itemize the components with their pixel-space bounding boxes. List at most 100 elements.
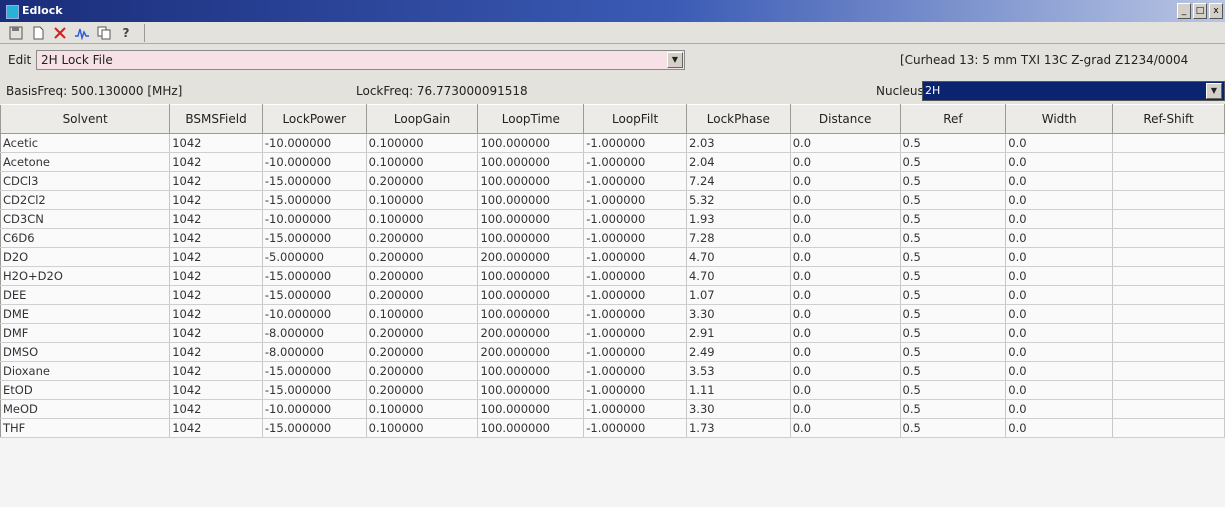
table-cell[interactable]: 0.5 <box>900 209 1007 229</box>
table-cell[interactable]: -5.000000 <box>262 247 367 267</box>
minimize-button[interactable]: _ <box>1177 3 1191 19</box>
new-file-icon[interactable] <box>30 25 46 41</box>
table-cell[interactable]: 7.28 <box>686 228 791 248</box>
column-header-loopfilt[interactable]: LoopFilt <box>583 104 687 134</box>
table-cell[interactable]: 1.11 <box>686 380 791 400</box>
table-cell[interactable]: -8.000000 <box>262 323 367 343</box>
table-cell[interactable]: 100.000000 <box>477 228 585 248</box>
table-cell[interactable]: -1.000000 <box>583 285 687 305</box>
table-cell[interactable]: 0.0 <box>790 247 901 267</box>
table-cell[interactable]: -1.000000 <box>583 171 687 191</box>
table-cell[interactable]: 1042 <box>169 361 263 381</box>
table-row[interactable]: DME 1042 -10.000000 0.100000 100.000000 -1.00… <box>0 304 1225 324</box>
table-cell[interactable]: 100.000000 <box>477 304 585 324</box>
table-cell[interactable]: 0.200000 <box>366 266 479 286</box>
table-cell[interactable]: -1.000000 <box>583 133 687 153</box>
table-cell[interactable]: 0.5 <box>900 228 1007 248</box>
table-cell[interactable]: 100.000000 <box>477 380 585 400</box>
table-cell[interactable] <box>1112 228 1225 248</box>
table-cell[interactable]: D2O <box>0 247 171 267</box>
table-row[interactable]: Acetic 1042 -10.000000 0.100000 100.000000 -1… <box>0 133 1225 153</box>
table-cell[interactable]: 0.5 <box>900 399 1007 419</box>
table-cell[interactable]: -15.000000 <box>262 266 367 286</box>
table-cell[interactable]: 2.04 <box>686 152 791 172</box>
table-cell[interactable]: 3.30 <box>686 399 791 419</box>
table-cell[interactable]: 0.0 <box>790 418 901 438</box>
table-cell[interactable]: 0.5 <box>900 285 1007 305</box>
table-cell[interactable]: DEE <box>0 285 171 305</box>
table-cell[interactable]: 0.0 <box>790 323 901 343</box>
column-header-looptime[interactable]: LoopTime <box>477 104 585 134</box>
table-cell[interactable]: EtOD <box>0 380 171 400</box>
chevron-down-icon[interactable]: ▼ <box>1206 83 1222 99</box>
table-cell[interactable]: 0.0 <box>790 399 901 419</box>
table-cell[interactable]: 0.5 <box>900 418 1007 438</box>
table-row[interactable]: MeOD 1042 -10.000000 0.100000 100.000000 -1.0… <box>0 399 1225 419</box>
table-cell[interactable]: C6D6 <box>0 228 171 248</box>
table-cell[interactable]: 0.5 <box>900 380 1007 400</box>
column-header-solvent[interactable]: Solvent <box>0 104 171 134</box>
table-cell[interactable]: 0.100000 <box>366 152 479 172</box>
table-row[interactable]: Dioxane 1042 -15.000000 0.200000 100.000000-… <box>0 361 1225 381</box>
table-cell[interactable]: 0.100000 <box>366 133 479 153</box>
table-cell[interactable]: 0.0 <box>790 266 901 286</box>
table-cell[interactable]: -1.000000 <box>583 323 687 343</box>
table-row[interactable]: DEE 1042 -15.000000 0.200000 100.000000 -1.00… <box>0 285 1225 305</box>
table-cell[interactable] <box>1112 133 1225 153</box>
table-cell[interactable]: 0.5 <box>900 304 1007 324</box>
help-icon[interactable]: ? <box>118 25 134 41</box>
title-bar[interactable]: Edlock _ □ x <box>0 0 1225 22</box>
nucleus-dropdown[interactable]: 2H ▼ <box>922 81 1225 101</box>
table-cell[interactable] <box>1112 171 1225 191</box>
column-header-loopgain[interactable]: LoopGain <box>365 104 479 134</box>
table-cell[interactable] <box>1112 247 1225 267</box>
table-cell[interactable]: 7.24 <box>686 171 791 191</box>
table-cell[interactable]: 0.0 <box>790 361 901 381</box>
table-cell[interactable]: 0.0 <box>790 133 901 153</box>
table-cell[interactable]: 0.200000 <box>366 342 479 362</box>
table-cell[interactable]: 100.000000 <box>477 418 585 438</box>
table-cell[interactable]: 1042 <box>169 380 263 400</box>
table-cell[interactable]: 0.0 <box>1005 418 1114 438</box>
table-cell[interactable]: DMF <box>0 323 171 343</box>
table-cell[interactable]: H2O+D2O <box>0 266 171 286</box>
table-cell[interactable]: 0.0 <box>1005 323 1114 343</box>
table-cell[interactable]: -1.000000 <box>583 228 687 248</box>
table-cell[interactable] <box>1112 266 1225 286</box>
table-cell[interactable]: -1.000000 <box>583 304 687 324</box>
table-cell[interactable]: 0.200000 <box>366 361 479 381</box>
table-row[interactable]: C6D6 1042 -15.000000 0.200000 100.000000 -1.0… <box>0 228 1225 248</box>
table-cell[interactable]: -1.000000 <box>583 209 687 229</box>
table-cell[interactable]: 0.0 <box>1005 304 1114 324</box>
copy-icon[interactable] <box>96 25 112 41</box>
table-cell[interactable]: -15.000000 <box>262 171 367 191</box>
table-cell[interactable]: 0.5 <box>900 361 1007 381</box>
table-cell[interactable]: -10.000000 <box>262 399 367 419</box>
table-cell[interactable]: 0.0 <box>1005 190 1114 210</box>
table-cell[interactable]: 200.000000 <box>477 342 585 362</box>
table-cell[interactable]: 1042 <box>169 247 263 267</box>
table-cell[interactable]: 0.0 <box>1005 247 1114 267</box>
table-cell[interactable]: 0.0 <box>1005 152 1114 172</box>
table-cell[interactable] <box>1112 361 1225 381</box>
table-cell[interactable] <box>1112 152 1225 172</box>
table-cell[interactable]: 1042 <box>169 399 263 419</box>
table-cell[interactable]: MeOD <box>0 399 171 419</box>
table-cell[interactable]: 100.000000 <box>477 171 585 191</box>
table-cell[interactable]: 1042 <box>169 342 263 362</box>
table-cell[interactable]: -1.000000 <box>583 342 687 362</box>
column-header-distance[interactable]: Distance <box>789 104 901 134</box>
table-cell[interactable]: -8.000000 <box>262 342 367 362</box>
table-cell[interactable]: 0.0 <box>790 152 901 172</box>
table-cell[interactable]: 100.000000 <box>477 190 585 210</box>
table-cell[interactable]: THF <box>0 418 171 438</box>
table-cell[interactable]: CD2Cl2 <box>0 190 171 210</box>
table-cell[interactable]: 0.5 <box>900 171 1007 191</box>
table-cell[interactable]: DMSO <box>0 342 171 362</box>
table-cell[interactable]: -1.000000 <box>583 247 687 267</box>
table-cell[interactable]: 1042 <box>169 228 263 248</box>
table-cell[interactable]: CDCl3 <box>0 171 171 191</box>
table-cell[interactable]: -15.000000 <box>262 361 367 381</box>
table-cell[interactable]: 100.000000 <box>477 361 585 381</box>
table-cell[interactable]: CD3CN <box>0 209 171 229</box>
